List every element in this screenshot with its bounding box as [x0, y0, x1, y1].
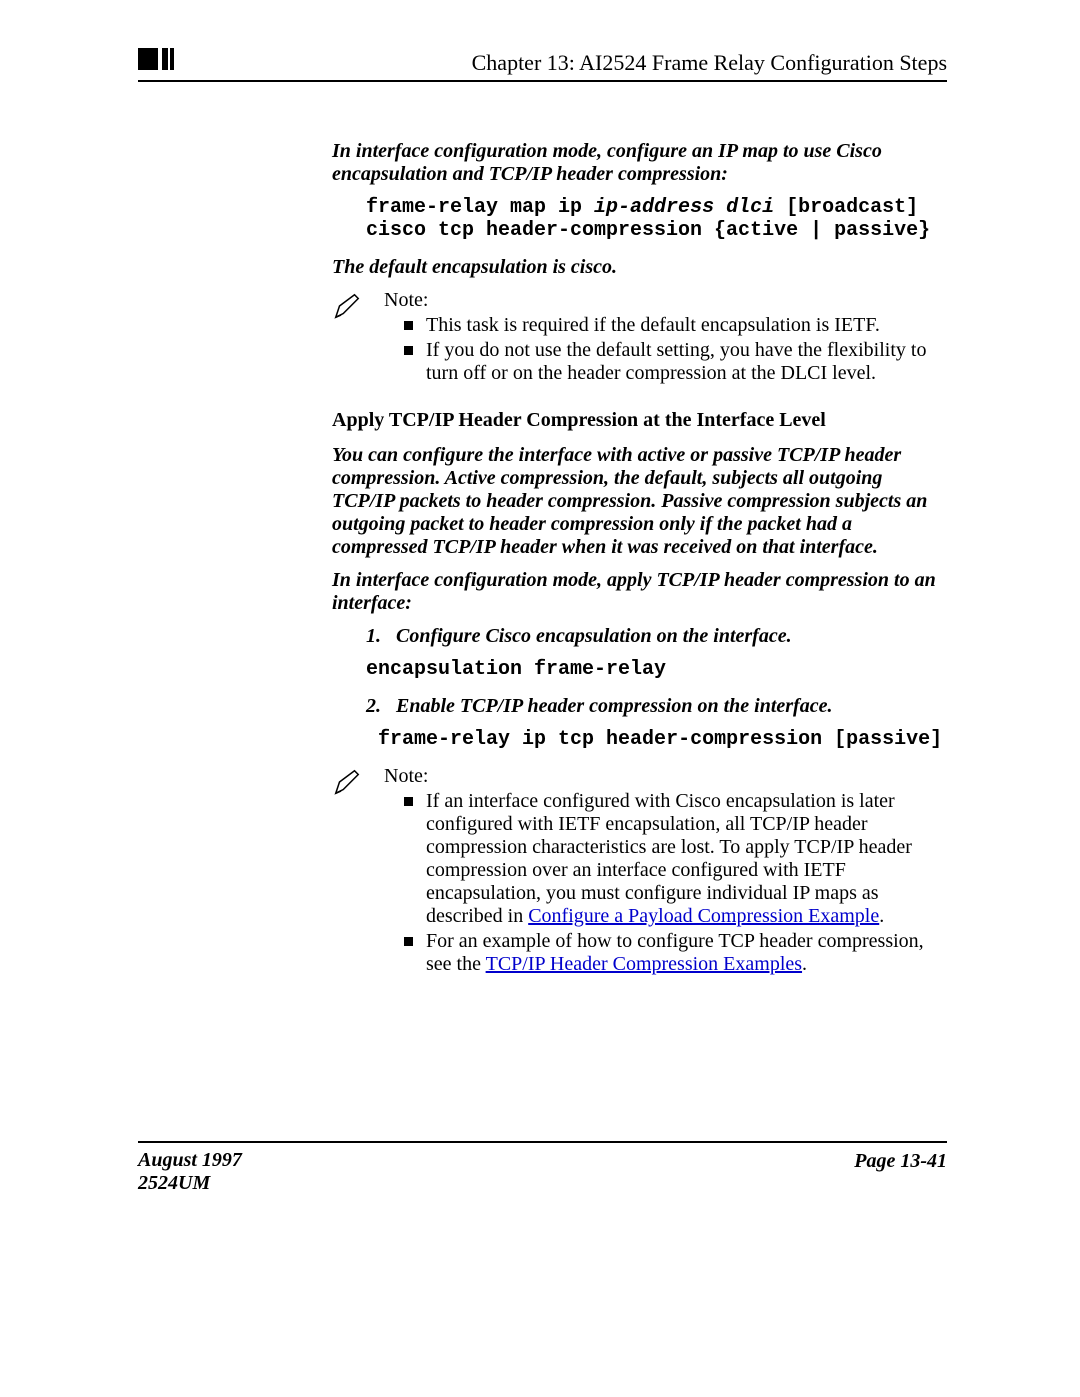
pencil-icon: [332, 289, 384, 327]
link-configure-payload-compression-example[interactable]: Configure a Payload Compression Example: [528, 905, 879, 927]
note-2-text: Note: If an interface configured with Ci…: [384, 765, 947, 978]
footer-date: August 1997: [138, 1149, 242, 1171]
intro-paragraph-1: In interface configuration mode, configu…: [332, 140, 947, 186]
link-tcpip-header-compression-examples[interactable]: TCP/IP Header Compression Examples: [486, 953, 802, 975]
step-1-text: Configure Cisco encapsulation on the int…: [396, 625, 947, 648]
intro-paragraph-2: The default encapsulation is cisco.: [332, 256, 947, 279]
note-block-2: Note: If an interface configured with Ci…: [332, 765, 947, 978]
note-2-item-2: For an example of how to configure TCP h…: [404, 930, 947, 976]
note-2-item-1: If an interface configured with Cisco en…: [404, 790, 947, 928]
code-1-var: ip-address dlci: [594, 196, 774, 219]
note-1-item-2: If you do not use the default setting, y…: [404, 339, 947, 385]
footer-doc: 2524UM: [138, 1172, 210, 1194]
code-1a: frame-relay map ip: [366, 196, 594, 219]
step-1-row: 1. Configure Cisco encapsulation on the …: [366, 625, 947, 648]
body-content: In interface configuration mode, configu…: [332, 140, 947, 1000]
note-2-list: If an interface configured with Cisco en…: [384, 790, 947, 976]
section-heading: Apply TCP/IP Header Compression at the I…: [332, 409, 947, 432]
step-2-text: Enable TCP/IP header compression on the …: [396, 695, 947, 718]
footer-page-number: Page 13-41: [854, 1150, 947, 1173]
note-block-1: Note: This task is required if the defau…: [332, 289, 947, 387]
footer-left: August 1997 2524UM: [138, 1149, 242, 1195]
note-1-item-1: This task is required if the default enc…: [404, 314, 947, 337]
step-2-code: frame-relay ip tcp header-compression [p…: [366, 728, 947, 751]
numbered-steps: 1. Configure Cisco encapsulation on the …: [332, 625, 947, 648]
step-2-number: 2.: [366, 695, 396, 718]
note-2-item-2-tail: .: [802, 953, 807, 975]
note-1-list: This task is required if the default enc…: [384, 314, 947, 385]
note-1-lead: Note:: [384, 289, 428, 311]
header-rule: [138, 80, 947, 82]
code-block-1: frame-relay map ip ip-address dlci [broa…: [366, 196, 947, 242]
step-1-number: 1.: [366, 625, 396, 648]
numbered-steps-2: 2. Enable TCP/IP header compression on t…: [332, 695, 947, 718]
step-1-code: encapsulation frame-relay: [366, 658, 947, 681]
paragraph-3: You can configure the interface with act…: [332, 444, 947, 559]
footer-rule: [138, 1141, 947, 1143]
note-2-lead: Note:: [384, 765, 428, 787]
pencil-icon: [332, 765, 384, 803]
page-header-title: Chapter 13: AI2524 Frame Relay Configura…: [472, 50, 947, 76]
page: Chapter 13: AI2524 Frame Relay Configura…: [0, 0, 1080, 1397]
note-1-text: Note: This task is required if the defau…: [384, 289, 947, 387]
logo-icon: [138, 46, 178, 74]
step-2-row: 2. Enable TCP/IP header compression on t…: [366, 695, 947, 718]
paragraph-4: In interface configuration mode, apply T…: [332, 569, 947, 615]
